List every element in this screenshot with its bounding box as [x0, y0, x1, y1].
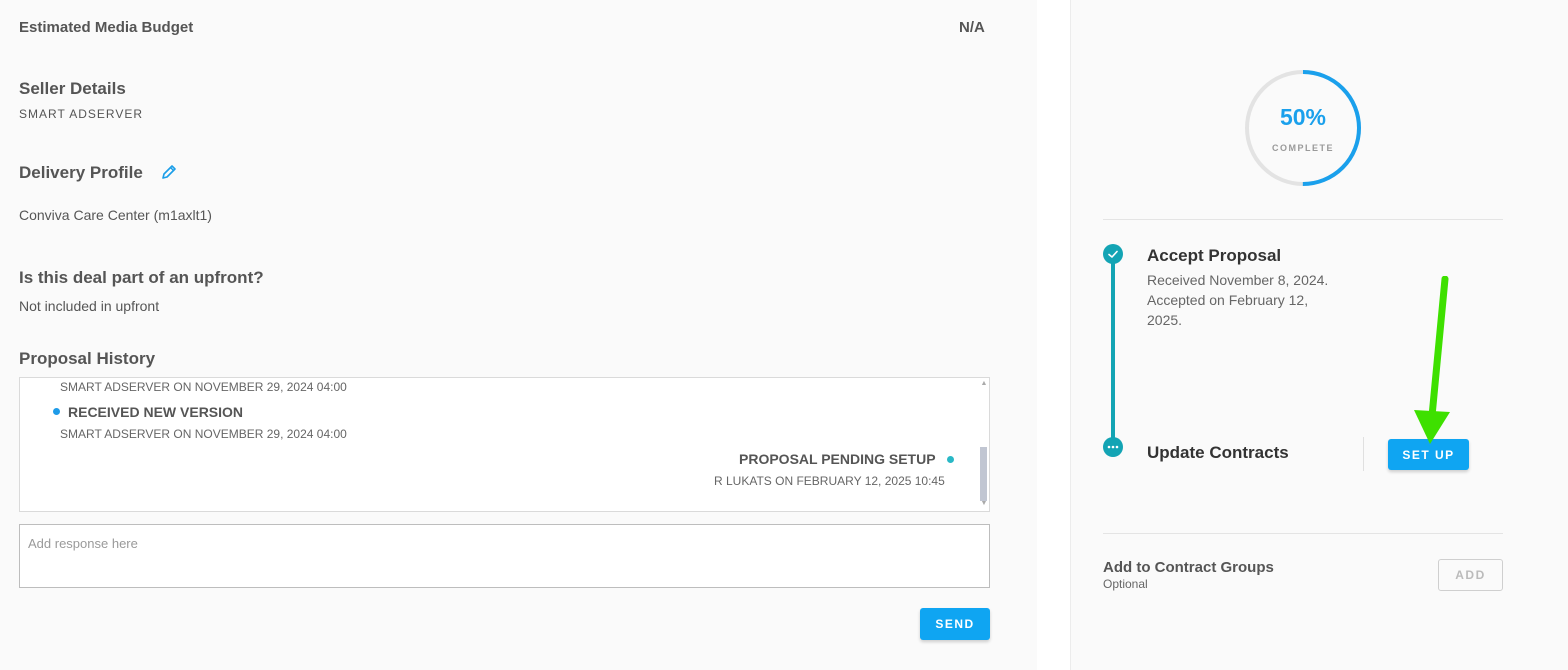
delivery-profile-value: Conviva Care Center (m1axlt1) [19, 207, 212, 223]
proposal-history-log[interactable]: SMART ADSERVER ON NOVEMBER 29, 2024 04:0… [19, 377, 990, 512]
history-dot-icon [947, 456, 954, 463]
contract-groups-heading: Add to Contract Groups [1103, 559, 1274, 576]
history-entry-title: RECEIVED NEW VERSION [68, 404, 244, 420]
divider [1103, 533, 1503, 534]
contract-groups-optional: Optional [1103, 577, 1148, 591]
response-input[interactable] [19, 524, 990, 588]
progress-percent: 50% [1279, 104, 1327, 130]
step-check-icon [1103, 244, 1123, 264]
history-entry-title: PROPOSAL PENDING SETUP [739, 451, 936, 467]
step-description: Received November 8, 2024. Accepted on F… [1147, 272, 1329, 328]
progress-label: COMPLETE [1271, 143, 1334, 153]
divider [1103, 219, 1503, 220]
add-contract-group-button[interactable]: ADD [1438, 559, 1503, 591]
scroll-down-arrow-icon[interactable]: ▼ [980, 500, 988, 508]
pencil-icon[interactable] [160, 163, 178, 181]
ellipsis-icon [1103, 437, 1123, 457]
send-button[interactable]: SEND [920, 608, 990, 640]
budget-value: N/A [959, 19, 985, 36]
step-title-accept-proposal: Accept Proposal [1147, 246, 1282, 265]
history-entry-meta: R LUKATS ON FEBRUARY 12, 2025 10:45 [714, 474, 945, 488]
budget-label: Estimated Media Budget [19, 19, 194, 36]
delivery-profile-heading: Delivery Profile [19, 163, 143, 182]
seller-details-heading: Seller Details [19, 79, 126, 98]
step-title-update-contracts: Update Contracts [1147, 443, 1289, 462]
history-scrollbar[interactable]: ▲ ▼ [979, 378, 989, 511]
green-arrow-icon [1414, 276, 1450, 444]
proposal-history-heading: Proposal History [19, 349, 156, 368]
upfront-value: Not included in upfront [19, 298, 160, 314]
vertical-separator [1363, 437, 1364, 471]
seller-name: SMART ADSERVER [19, 107, 144, 121]
step-connector [1111, 262, 1115, 446]
history-entry-meta: SMART ADSERVER ON NOVEMBER 29, 2024 04:0… [60, 427, 347, 441]
scroll-up-arrow-icon[interactable]: ▲ [980, 380, 988, 388]
history-entry-meta: SMART ADSERVER ON NOVEMBER 29, 2024 04:0… [60, 380, 347, 394]
history-dot-icon [53, 408, 60, 415]
upfront-heading: Is this deal part of an upfront? [19, 268, 264, 287]
scroll-thumb[interactable] [980, 447, 987, 501]
